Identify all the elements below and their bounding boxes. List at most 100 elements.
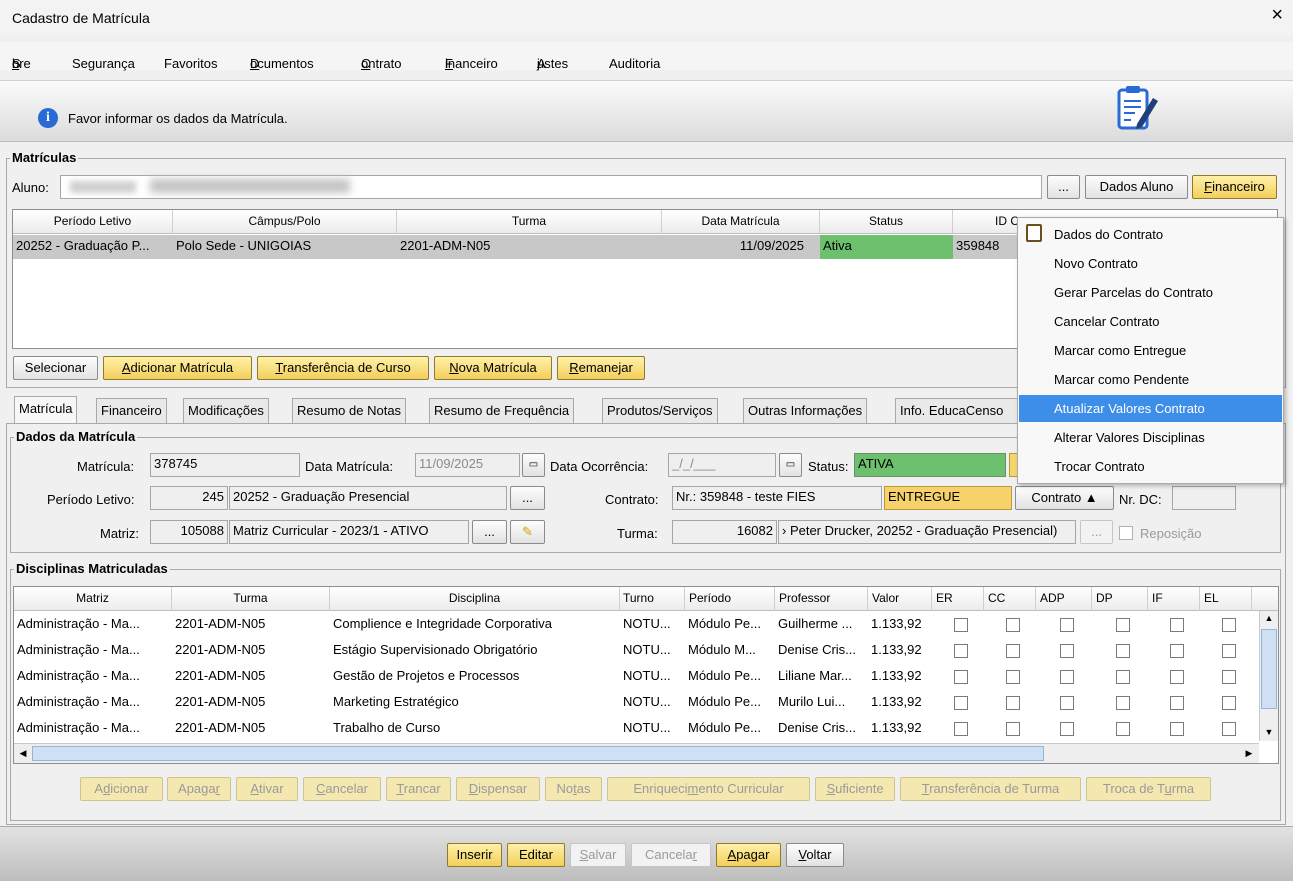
contrato-dropdown-button[interactable]: Contrato ▲ bbox=[1015, 486, 1114, 510]
periodo-field[interactable]: 20252 - Graduação Presencial bbox=[229, 486, 507, 510]
data-matricula-field[interactable]: 11/09/2025 bbox=[415, 453, 520, 477]
table-row[interactable]: Administração - Ma... 2201-ADM-N05 Trabalh… bbox=[14, 716, 1259, 742]
aluno-search-button[interactable]: ... bbox=[1047, 175, 1080, 199]
reposicao-checkbox[interactable] bbox=[1119, 526, 1133, 540]
horizontal-scroll-thumb[interactable] bbox=[32, 746, 1044, 761]
col-periodo[interactable]: Período Letivo bbox=[13, 210, 173, 234]
close-icon[interactable]: × bbox=[1271, 4, 1283, 27]
col-el[interactable]: EL bbox=[1200, 587, 1252, 611]
row-checkbox-cc[interactable] bbox=[1006, 670, 1020, 684]
periodo-code-field[interactable]: 245 bbox=[150, 486, 228, 510]
pencil-icon[interactable]: ✎ bbox=[510, 520, 545, 544]
tab-financeiro[interactable]: Financeiro bbox=[96, 398, 167, 424]
nova-matricula-button[interactable]: Nova Matrícula bbox=[434, 356, 552, 380]
col-professor[interactable]: Professor bbox=[775, 587, 868, 611]
col-dp[interactable]: DP bbox=[1092, 587, 1148, 611]
calendar-icon[interactable]: ▭ bbox=[779, 453, 802, 477]
table-row[interactable]: Administração - Ma... 2201-ADM-N05 Marketi… bbox=[14, 690, 1259, 716]
tab-modificacoes[interactable]: Modificações bbox=[183, 398, 269, 424]
col-periodo[interactable]: Período bbox=[685, 587, 775, 611]
matriz-code-field[interactable]: 105088 bbox=[150, 520, 228, 544]
context-menu-item[interactable]: Cancelar Contrato bbox=[1019, 308, 1282, 335]
apagar-disciplina-button[interactable]: Apagar bbox=[167, 777, 231, 801]
tab-info-educacenso[interactable]: Info. EducaCenso bbox=[895, 398, 1025, 424]
row-checkbox-er[interactable] bbox=[954, 618, 968, 632]
dispensar-disciplina-button[interactable]: Dispensar bbox=[456, 777, 540, 801]
context-menu-item[interactable]: Dados do Contrato bbox=[1019, 221, 1282, 248]
apagar-button[interactable]: Apagar bbox=[716, 843, 781, 867]
row-checkbox-if[interactable] bbox=[1170, 722, 1184, 736]
scroll-right-icon[interactable]: ▶ bbox=[1242, 746, 1256, 760]
adicionar-disciplina-button[interactable]: Adicionar bbox=[80, 777, 163, 801]
suficiente-disciplina-button[interactable]: Suficiente bbox=[815, 777, 895, 801]
row-checkbox-er[interactable] bbox=[954, 670, 968, 684]
cancelar-disciplina-button[interactable]: Cancelar bbox=[303, 777, 381, 801]
row-checkbox-if[interactable] bbox=[1170, 644, 1184, 658]
table-row[interactable]: Administração - Ma... 2201-ADM-N05 Complie… bbox=[14, 612, 1259, 638]
col-cc[interactable]: CC bbox=[984, 587, 1036, 611]
vertical-scroll-thumb[interactable] bbox=[1261, 629, 1277, 709]
editar-button[interactable]: Editar bbox=[507, 843, 565, 867]
row-checkbox-dp[interactable] bbox=[1116, 722, 1130, 736]
row-checkbox-el[interactable] bbox=[1222, 696, 1236, 710]
row-checkbox-if[interactable] bbox=[1170, 696, 1184, 710]
row-checkbox-adp[interactable] bbox=[1060, 722, 1074, 736]
scroll-up-icon[interactable]: ▲ bbox=[1260, 611, 1278, 625]
salvar-button[interactable]: Salvar bbox=[570, 843, 626, 867]
col-adp[interactable]: ADP bbox=[1036, 587, 1092, 611]
context-menu-item[interactable]: Alterar Valores Disciplinas bbox=[1019, 424, 1282, 451]
tab-matricula[interactable]: Matrícula bbox=[14, 396, 78, 424]
matricula-field[interactable]: 378745 bbox=[150, 453, 300, 477]
row-checkbox-cc[interactable] bbox=[1006, 696, 1020, 710]
row-checkbox-dp[interactable] bbox=[1116, 696, 1130, 710]
context-menu-item[interactable]: Marcar como Entregue bbox=[1019, 337, 1282, 364]
nr-dc-field[interactable] bbox=[1172, 486, 1236, 510]
col-if[interactable]: IF bbox=[1148, 587, 1200, 611]
data-ocorrencia-field[interactable]: _/_/___ bbox=[668, 453, 776, 477]
table-row[interactable]: Administração - Ma... 2201-ADM-N05 Gestão … bbox=[14, 664, 1259, 690]
col-valor[interactable]: Valor bbox=[868, 587, 932, 611]
remanejar-button[interactable]: Remanejar bbox=[557, 356, 645, 380]
inserir-button[interactable]: Inserir bbox=[447, 843, 502, 867]
col-turma[interactable]: Turma bbox=[397, 210, 662, 234]
row-checkbox-adp[interactable] bbox=[1060, 618, 1074, 632]
vertical-scrollbar[interactable]: ▲ ▼ bbox=[1259, 611, 1278, 741]
context-menu-item[interactable]: Gerar Parcelas do Contrato bbox=[1019, 279, 1282, 306]
trancar-disciplina-button[interactable]: Trancar bbox=[386, 777, 451, 801]
notas-disciplina-button[interactable]: Notas bbox=[545, 777, 602, 801]
row-checkbox-el[interactable] bbox=[1222, 722, 1236, 736]
scroll-down-icon[interactable]: ▼ bbox=[1260, 725, 1278, 739]
col-status[interactable]: Status bbox=[820, 210, 953, 234]
col-disciplina[interactable]: Disciplina bbox=[330, 587, 620, 611]
row-checkbox-dp[interactable] bbox=[1116, 670, 1130, 684]
context-menu-item[interactable]: Atualizar Valores Contrato bbox=[1019, 395, 1282, 422]
cancelar-button[interactable]: Cancelar bbox=[631, 843, 711, 867]
matriz-field[interactable]: Matriz Curricular - 2023/1 - ATIVO bbox=[229, 520, 469, 544]
context-menu-item[interactable]: Trocar Contrato bbox=[1019, 453, 1282, 480]
contrato-field[interactable]: Nr.: 359848 - teste FIES bbox=[672, 486, 882, 510]
matriz-search-button[interactable]: ... bbox=[472, 520, 507, 544]
row-checkbox-cc[interactable] bbox=[1006, 722, 1020, 736]
troca-turma-disciplina-button[interactable]: Troca de Turma bbox=[1086, 777, 1211, 801]
row-checkbox-cc[interactable] bbox=[1006, 644, 1020, 658]
context-menu-item[interactable]: Novo Contrato bbox=[1019, 250, 1282, 277]
row-checkbox-er[interactable] bbox=[954, 722, 968, 736]
tab-resumo-frequencia[interactable]: Resumo de Frequência bbox=[429, 398, 575, 424]
calendar-icon[interactable]: ▭ bbox=[522, 453, 545, 477]
row-checkbox-if[interactable] bbox=[1170, 618, 1184, 632]
row-checkbox-dp[interactable] bbox=[1116, 618, 1130, 632]
tab-outras-informacoes[interactable]: Outras Informações bbox=[743, 398, 868, 424]
tab-resumo-notas[interactable]: Resumo de Notas bbox=[292, 398, 407, 424]
row-checkbox-if[interactable] bbox=[1170, 670, 1184, 684]
adicionar-matricula-button[interactable]: Adicionar Matrícula bbox=[103, 356, 252, 380]
row-checkbox-adp[interactable] bbox=[1060, 644, 1074, 658]
turma-search-button[interactable]: ... bbox=[1080, 520, 1113, 544]
col-turno[interactable]: Turno bbox=[620, 587, 685, 611]
row-checkbox-er[interactable] bbox=[954, 696, 968, 710]
row-checkbox-adp[interactable] bbox=[1060, 670, 1074, 684]
col-matriz[interactable]: Matriz bbox=[14, 587, 172, 611]
financeiro-button[interactable]: Financeiro bbox=[1192, 175, 1277, 199]
row-checkbox-el[interactable] bbox=[1222, 670, 1236, 684]
col-er[interactable]: ER bbox=[932, 587, 984, 611]
row-checkbox-er[interactable] bbox=[954, 644, 968, 658]
